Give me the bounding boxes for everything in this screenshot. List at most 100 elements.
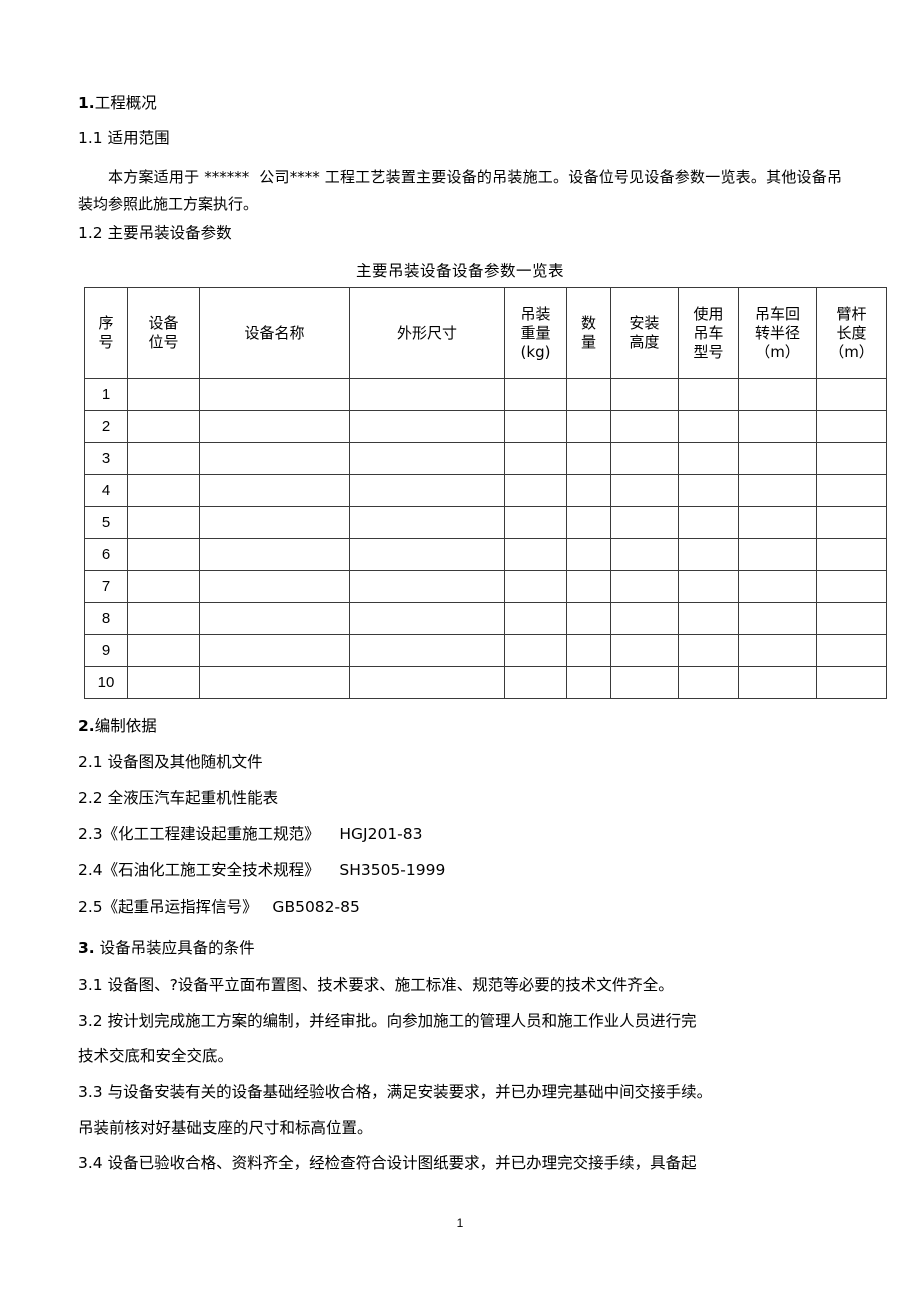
row-cell[interactable]	[504, 410, 567, 444]
row-cell[interactable]	[610, 570, 679, 604]
row-cell[interactable]	[816, 410, 887, 444]
row-cell[interactable]	[610, 634, 679, 668]
row-cell[interactable]	[816, 474, 887, 508]
section-1-1-paragraph: 本方案适用于 ****** 公司**** 工程工艺装置主要设备的吊装施工。设备位…	[78, 167, 842, 213]
row-cell[interactable]	[127, 634, 200, 668]
row-cell[interactable]	[199, 634, 350, 668]
row-cell[interactable]	[610, 442, 679, 476]
row-cell[interactable]	[199, 602, 350, 636]
row-cell[interactable]	[816, 442, 887, 476]
row-cell[interactable]	[127, 410, 200, 444]
row-cell[interactable]	[610, 378, 679, 412]
row-cell[interactable]	[127, 602, 200, 636]
row-cell[interactable]	[199, 538, 350, 572]
row-cell[interactable]	[349, 474, 505, 508]
header-text: 臂杆 长度 （m）	[829, 304, 874, 361]
row-cell[interactable]	[738, 602, 817, 636]
row-cell[interactable]	[678, 602, 739, 636]
row-cell[interactable]	[738, 474, 817, 508]
row-cell[interactable]	[678, 570, 739, 604]
row-cell[interactable]	[566, 602, 611, 636]
row-cell[interactable]	[349, 602, 505, 636]
row-cell[interactable]	[127, 442, 200, 476]
row-cell[interactable]	[127, 570, 200, 604]
row-cell[interactable]	[566, 666, 611, 700]
row-cell[interactable]	[738, 570, 817, 604]
row-cell[interactable]	[816, 666, 887, 700]
row-cell[interactable]	[816, 570, 887, 604]
row-cell[interactable]	[349, 538, 505, 572]
document-page: 1.工程概况 1.1 适用范围 本方案适用于 ****** 公司**** 工程工…	[0, 0, 920, 1303]
table-row: 10	[84, 666, 887, 700]
row-cell[interactable]	[678, 474, 739, 508]
row-cell[interactable]	[566, 410, 611, 444]
row-cell[interactable]	[504, 506, 567, 540]
row-cell[interactable]	[199, 410, 350, 444]
row-cell[interactable]	[199, 506, 350, 540]
row-cell[interactable]	[610, 474, 679, 508]
row-cell[interactable]	[738, 410, 817, 444]
row-cell[interactable]	[610, 506, 679, 540]
row-cell[interactable]	[349, 410, 505, 444]
row-cell[interactable]	[816, 602, 887, 636]
row-cell[interactable]	[610, 666, 679, 700]
row-cell[interactable]	[127, 666, 200, 700]
row-cell[interactable]	[349, 634, 505, 668]
row-cell[interactable]	[504, 666, 567, 700]
row-cell[interactable]	[199, 442, 350, 476]
row-cell[interactable]	[678, 378, 739, 412]
row-cell[interactable]	[349, 506, 505, 540]
row-cell[interactable]	[610, 538, 679, 572]
row-cell[interactable]	[349, 570, 505, 604]
row-cell[interactable]	[127, 378, 200, 412]
row-cell[interactable]	[566, 378, 611, 412]
row-cell[interactable]	[504, 634, 567, 668]
section-3-title: 设备吊装应具备的条件	[94, 938, 255, 957]
row-cell[interactable]	[816, 506, 887, 540]
section-2-item-2: 2.2 全液压汽车起重机性能表	[78, 788, 279, 807]
row-cell[interactable]	[349, 442, 505, 476]
row-cell[interactable]	[199, 378, 350, 412]
row-cell[interactable]	[738, 378, 817, 412]
row-cell[interactable]	[738, 506, 817, 540]
row-cell[interactable]	[349, 378, 505, 412]
row-cell[interactable]	[816, 634, 887, 668]
row-cell[interactable]	[127, 506, 200, 540]
row-cell[interactable]	[610, 410, 679, 444]
section-3-item-2: 3.2 按计划完成施工方案的编制，并经审批。向参加施工的管理人员和施工作业人员进…	[78, 1011, 697, 1030]
row-cell[interactable]	[199, 666, 350, 700]
row-index-cell: 3	[84, 442, 128, 476]
row-cell[interactable]	[504, 602, 567, 636]
row-cell[interactable]	[504, 474, 567, 508]
row-cell[interactable]	[127, 474, 200, 508]
row-cell[interactable]	[504, 442, 567, 476]
row-cell[interactable]	[566, 634, 611, 668]
row-cell[interactable]	[678, 410, 739, 444]
row-cell[interactable]	[566, 442, 611, 476]
row-cell[interactable]	[738, 634, 817, 668]
row-cell[interactable]	[738, 442, 817, 476]
row-cell[interactable]	[349, 666, 505, 700]
row-cell[interactable]	[504, 378, 567, 412]
row-cell[interactable]	[816, 538, 887, 572]
row-cell[interactable]	[566, 538, 611, 572]
row-cell[interactable]	[738, 666, 817, 700]
row-index-cell: 1	[84, 378, 128, 412]
row-cell[interactable]	[678, 634, 739, 668]
row-cell[interactable]	[566, 506, 611, 540]
row-cell[interactable]	[566, 474, 611, 508]
row-cell[interactable]	[504, 538, 567, 572]
row-cell[interactable]	[566, 570, 611, 604]
row-cell[interactable]	[678, 666, 739, 700]
row-cell[interactable]	[738, 538, 817, 572]
row-cell[interactable]	[678, 506, 739, 540]
row-cell[interactable]	[678, 442, 739, 476]
row-cell[interactable]	[610, 602, 679, 636]
row-cell[interactable]	[199, 474, 350, 508]
row-cell[interactable]	[127, 538, 200, 572]
row-cell[interactable]	[504, 570, 567, 604]
row-cell[interactable]	[816, 378, 887, 412]
row-cell[interactable]	[199, 570, 350, 604]
section-3-item-1: 3.1 设备图、?设备平立面布置图、技术要求、施工标准、规范等必要的技术文件齐全…	[78, 976, 674, 995]
row-cell[interactable]	[678, 538, 739, 572]
